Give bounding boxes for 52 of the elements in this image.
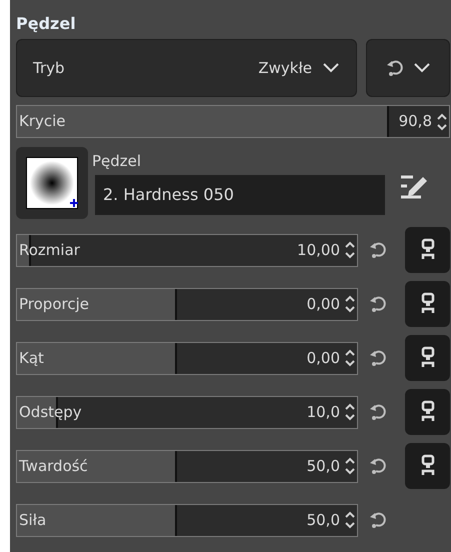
chain-link-icon [420, 292, 436, 316]
lock-button[interactable] [405, 227, 450, 273]
slider-value: 50,0 [306, 510, 341, 531]
slider-field[interactable]: Rozmiar 10,00 [16, 234, 358, 266]
brush-preview[interactable] [16, 147, 88, 219]
lock-button[interactable] [405, 335, 450, 381]
reset-icon[interactable] [385, 58, 405, 78]
slider-field[interactable]: Siła 50,0 [16, 504, 358, 536]
chain-link-icon [420, 238, 436, 262]
slider-value: 0,00 [306, 348, 341, 369]
chevron-down-icon [322, 62, 340, 74]
reset-icon[interactable] [368, 348, 388, 368]
spin-arrows-icon[interactable] [343, 401, 357, 423]
reset-icon[interactable] [368, 456, 388, 476]
lock-button[interactable] [405, 443, 450, 489]
slider-label: Twardość [18, 456, 88, 477]
slider-field[interactable]: Kąt 0,00 [16, 342, 358, 374]
mode-dropdown[interactable]: Tryb Zwykłe [16, 39, 357, 97]
slider-value: 10,0 [306, 402, 341, 423]
reset-icon[interactable] [368, 294, 388, 314]
spin-arrows-icon[interactable] [343, 455, 357, 477]
slider-value: 10,00 [297, 240, 341, 261]
slider-label: Odstępy [18, 402, 82, 423]
spin-arrows-icon[interactable] [343, 239, 357, 261]
chevron-down-icon [413, 62, 431, 74]
slider-value: 90,8 [398, 111, 433, 132]
chain-link-icon [420, 346, 436, 370]
spin-arrows-icon[interactable] [343, 509, 357, 531]
reset-icon[interactable] [368, 240, 388, 260]
slider-label: Rozmiar [18, 240, 80, 261]
slider-field[interactable]: Krycie 90,8 [16, 105, 450, 138]
lock-button[interactable] [405, 281, 450, 327]
slider-value: 50,0 [306, 456, 341, 477]
slider-label: Kąt [18, 348, 44, 369]
panel-title: Pędzel [16, 14, 77, 35]
slider-field[interactable]: Proporcje 0,00 [16, 288, 358, 320]
slider-field[interactable]: Twardość 50,0 [16, 450, 358, 482]
brush-name-field[interactable]: 2. Hardness 050 [95, 175, 385, 215]
slider-field[interactable]: Odstępy 10,0 [16, 396, 358, 428]
spin-arrows-icon[interactable] [343, 347, 357, 369]
chain-link-icon [420, 400, 436, 424]
slider-value: 0,00 [306, 294, 341, 315]
reset-icon[interactable] [368, 402, 388, 422]
slider-label: Siła [18, 510, 46, 531]
reset-dropdown-button[interactable] [366, 39, 450, 97]
reset-icon[interactable] [368, 510, 388, 530]
slider-label: Krycie [18, 111, 66, 132]
spin-arrows-icon[interactable] [343, 293, 357, 315]
lock-button[interactable] [405, 389, 450, 435]
slider-label: Proporcje [18, 294, 89, 315]
chain-link-icon [420, 454, 436, 478]
brush-label: Pędzel [92, 151, 142, 172]
